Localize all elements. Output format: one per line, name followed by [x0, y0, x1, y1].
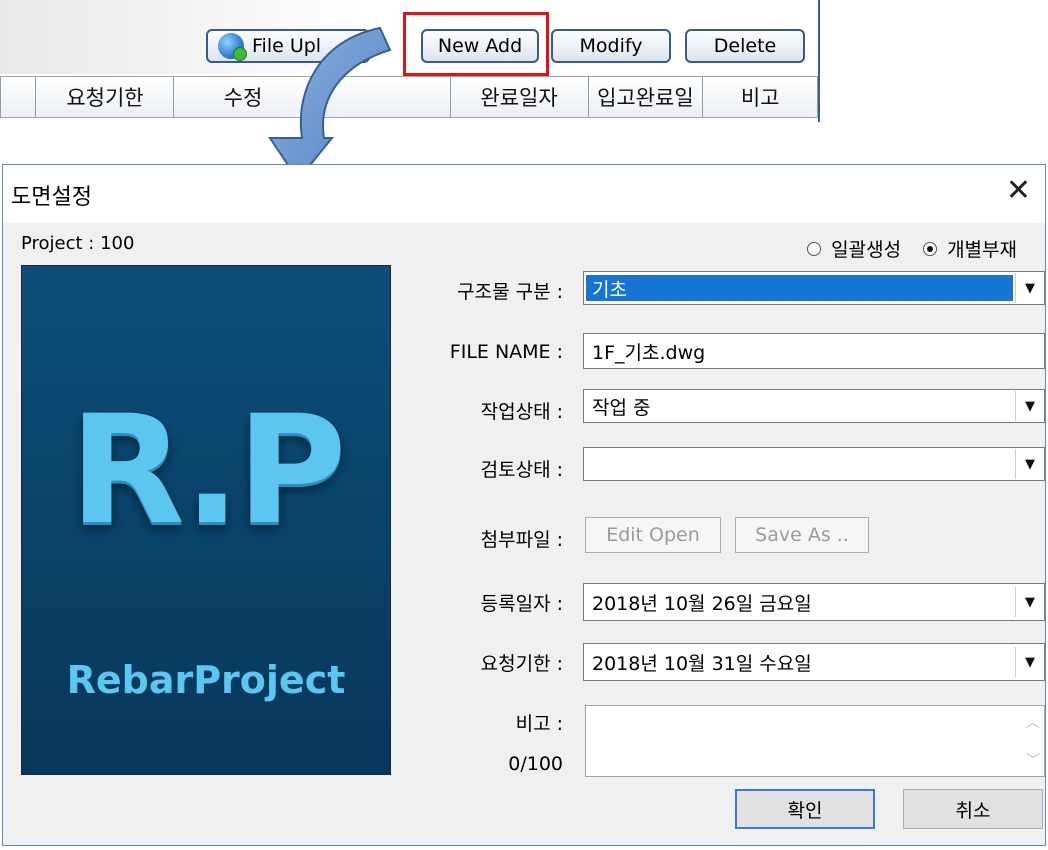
column-header-completion-date[interactable]: 완료일자	[451, 77, 589, 117]
structure-select[interactable]: 기초 ▼	[583, 271, 1045, 305]
ok-button[interactable]: 확인	[735, 789, 875, 829]
structure-label: 구조물 구분 :	[457, 281, 563, 303]
review-status-label: 검토상태 :	[480, 459, 563, 481]
request-deadline-label: 요청기한 :	[480, 653, 563, 675]
highlight-box	[403, 12, 549, 76]
table-header: 요청기한 수정 완료일자 입고완료일 비고	[0, 76, 819, 118]
chevron-down-icon[interactable]: ▼	[1015, 647, 1044, 677]
request-deadline-value: 2018년 10월 31일 수요일	[592, 652, 812, 675]
radio-batch[interactable]: 일괄생성	[807, 235, 901, 262]
column-header-stock-date[interactable]: 입고완료일	[589, 77, 704, 117]
drawing-settings-dialog: 도면설정 ✕ Project : 100 R.P RebarProject 일괄…	[2, 164, 1046, 846]
registered-date-label: 등록일자 :	[480, 593, 563, 615]
cancel-button[interactable]: 취소	[903, 789, 1043, 829]
scroll-up-icon[interactable]: ︿	[1026, 712, 1040, 732]
radio-unchecked-icon	[807, 241, 822, 256]
chevron-down-icon[interactable]: ▼	[1015, 449, 1044, 479]
work-status-value: 작업 중	[592, 396, 651, 419]
modify-button[interactable]: Modify	[551, 29, 671, 63]
file-name-label: FILE NAME :	[449, 341, 563, 363]
creation-mode-radios: 일괄생성 개별부재	[807, 235, 1017, 262]
chevron-down-icon[interactable]: ▼	[1015, 273, 1044, 303]
scroll-down-icon[interactable]: ﹀	[1026, 750, 1040, 770]
dialog-titlebar: 도면설정 ✕	[3, 165, 1045, 223]
registered-date-picker[interactable]: 2018년 10월 26일 금요일 ▼	[583, 583, 1045, 621]
remarks-counter: 0/100	[508, 753, 563, 775]
registered-date-value: 2018년 10월 26일 금요일	[592, 592, 812, 615]
column-header-request-deadline[interactable]: 요청기한	[36, 77, 175, 117]
rebarproject-logo: R.P RebarProject	[21, 265, 391, 775]
work-status-label: 작업상태 :	[480, 401, 563, 423]
project-label: Project : 100	[21, 233, 135, 254]
save-as-button[interactable]: Save As ..	[735, 517, 869, 553]
column-header[interactable]	[0, 77, 37, 117]
chevron-down-icon[interactable]: ▼	[1015, 391, 1044, 421]
textarea-scrollbar[interactable]: ︿ ﹀	[1026, 712, 1040, 770]
radio-label: 개별부재	[947, 239, 1017, 261]
remarks-label: 비고 :	[515, 713, 563, 735]
edit-open-button[interactable]: Edit Open	[585, 517, 721, 553]
radio-label: 일괄생성	[831, 239, 902, 261]
close-icon[interactable]: ✕	[1006, 173, 1031, 208]
logo-mark: R.P	[69, 384, 346, 558]
request-deadline-picker[interactable]: 2018년 10월 31일 수요일 ▼	[583, 643, 1045, 681]
remarks-textarea[interactable]: ︿ ﹀	[585, 705, 1045, 777]
chevron-down-icon[interactable]: ▼	[1015, 587, 1044, 617]
file-name-value: 1F_기초.dwg	[592, 341, 706, 364]
work-status-select[interactable]: 작업 중 ▼	[583, 389, 1045, 423]
file-name-input[interactable]: 1F_기초.dwg	[583, 333, 1045, 369]
delete-button[interactable]: Delete	[685, 29, 805, 63]
toolbar-crop: File Upl New Add Modify Delete 요청기한 수정 완…	[0, 0, 820, 122]
review-status-select[interactable]: ▼	[583, 447, 1045, 481]
radio-individual[interactable]: 개별부재	[923, 235, 1017, 262]
structure-value: 기초	[586, 275, 1013, 301]
radio-checked-icon	[923, 241, 938, 256]
attachment-label: 첨부파일 :	[480, 529, 563, 551]
dialog-title: 도면설정	[11, 185, 92, 210]
column-header-remarks[interactable]: 비고	[703, 77, 819, 117]
logo-name: RebarProject	[66, 658, 346, 702]
